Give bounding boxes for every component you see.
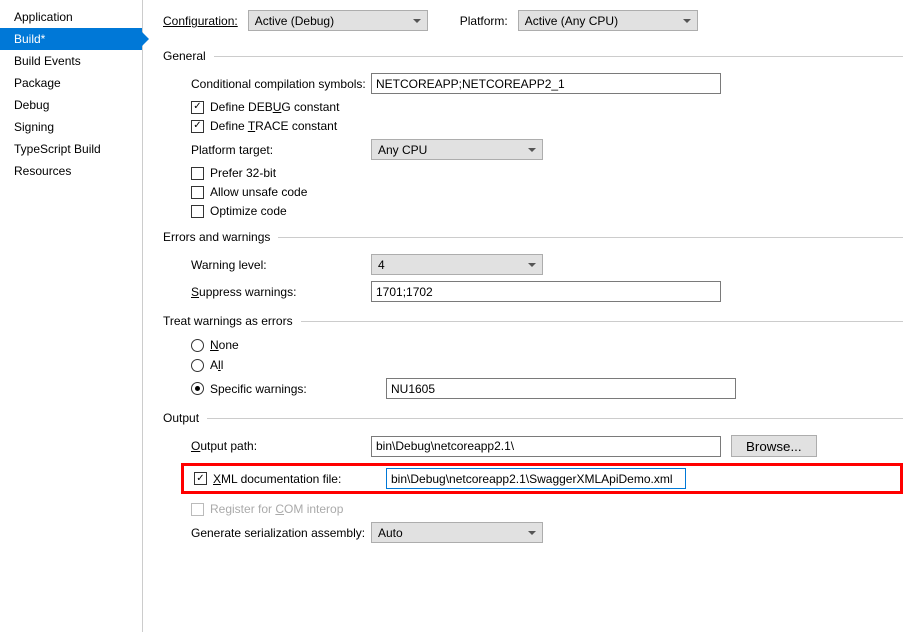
section-warnings: Errors and warnings: [163, 230, 903, 244]
sidebar-item-package[interactable]: Package: [0, 72, 142, 94]
section-title: Output: [163, 411, 199, 425]
define-trace-label: Define TRACE constant: [210, 119, 337, 133]
suppress-warnings-input[interactable]: [371, 281, 721, 302]
gen-serialization-row: Generate serialization assembly: Auto: [191, 522, 903, 543]
section-general: General: [163, 49, 903, 63]
checkbox-icon: [191, 186, 204, 199]
section-rule: [214, 56, 903, 57]
xml-doc-label: XML documentation file:: [213, 472, 341, 486]
radio-icon: [191, 339, 204, 352]
treat-none-row[interactable]: None: [191, 338, 903, 352]
main-panel: Configuration: Active (Debug) Platform: …: [143, 0, 923, 632]
checkbox-icon: ✓: [191, 120, 204, 133]
sidebar-item-debug[interactable]: Debug: [0, 94, 142, 116]
section-rule: [301, 321, 903, 322]
com-interop-label: Register for COM interop: [210, 502, 343, 516]
checkbox-icon: [191, 167, 204, 180]
warning-level-combo[interactable]: 4: [371, 254, 543, 275]
prefer-32bit-label: Prefer 32-bit: [210, 166, 276, 180]
platform-target-label: Platform target:: [191, 143, 371, 157]
treat-specific-row[interactable]: Specific warnings:: [191, 378, 903, 399]
optimize-code-label: Optimize code: [210, 204, 287, 218]
browse-button[interactable]: Browse...: [731, 435, 817, 457]
gen-serialization-label: Generate serialization assembly:: [191, 526, 371, 540]
ccs-input[interactable]: [371, 73, 721, 94]
output-path-row: Output path: Browse...: [191, 435, 903, 457]
xml-doc-highlight: ✓ XML documentation file:: [181, 463, 903, 494]
section-title: Treat warnings as errors: [163, 314, 293, 328]
com-interop-row: Register for COM interop: [191, 502, 903, 516]
radio-icon: [191, 382, 204, 395]
sidebar: Application Build* Build Events Package …: [0, 0, 143, 632]
section-title: General: [163, 49, 206, 63]
ccs-row: Conditional compilation symbols:: [191, 73, 903, 94]
sidebar-item-application[interactable]: Application: [0, 6, 142, 28]
platform-label: Platform:: [460, 14, 508, 28]
output-path-label: Output path:: [191, 439, 371, 453]
checkbox-icon: ✓: [191, 101, 204, 114]
xml-doc-input[interactable]: [386, 468, 686, 489]
configuration-label: Configuration:: [163, 14, 238, 28]
allow-unsafe-label: Allow unsafe code: [210, 185, 307, 199]
optimize-code-row[interactable]: Optimize code: [191, 204, 903, 218]
config-row: Configuration: Active (Debug) Platform: …: [163, 10, 903, 31]
platform-target-row: Platform target: Any CPU: [191, 139, 903, 160]
sidebar-item-build[interactable]: Build*: [0, 28, 142, 50]
xml-doc-row[interactable]: ✓ XML documentation file:: [194, 472, 380, 486]
section-rule: [278, 237, 903, 238]
prefer-32bit-row[interactable]: Prefer 32-bit: [191, 166, 903, 180]
radio-icon: [191, 359, 204, 372]
treat-all-row[interactable]: All: [191, 358, 903, 372]
treat-specific-label: Specific warnings:: [210, 382, 380, 396]
output-path-input[interactable]: [371, 436, 721, 457]
checkbox-icon: ✓: [194, 472, 207, 485]
sidebar-item-resources[interactable]: Resources: [0, 160, 142, 182]
platform-combo[interactable]: Active (Any CPU): [518, 10, 698, 31]
gen-serialization-combo[interactable]: Auto: [371, 522, 543, 543]
treat-none-label: None: [210, 338, 239, 352]
warning-level-row: Warning level: 4: [191, 254, 903, 275]
define-debug-label: Define DEBUG constant: [210, 100, 339, 114]
section-rule: [207, 418, 903, 419]
suppress-warnings-row: Suppress warnings:: [191, 281, 903, 302]
checkbox-icon: [191, 503, 204, 516]
section-title: Errors and warnings: [163, 230, 270, 244]
sidebar-item-build-events[interactable]: Build Events: [0, 50, 142, 72]
warning-level-label: Warning level:: [191, 258, 371, 272]
suppress-warnings-label: Suppress warnings:: [191, 285, 371, 299]
treat-specific-input[interactable]: [386, 378, 736, 399]
allow-unsafe-row[interactable]: Allow unsafe code: [191, 185, 903, 199]
treat-all-label: All: [210, 358, 223, 372]
checkbox-icon: [191, 205, 204, 218]
configuration-combo[interactable]: Active (Debug): [248, 10, 428, 31]
section-output: Output: [163, 411, 903, 425]
define-debug-row[interactable]: ✓ Define DEBUG constant: [191, 100, 903, 114]
ccs-label: Conditional compilation symbols:: [191, 77, 371, 91]
sidebar-item-typescript-build[interactable]: TypeScript Build: [0, 138, 142, 160]
sidebar-item-signing[interactable]: Signing: [0, 116, 142, 138]
section-treat: Treat warnings as errors: [163, 314, 903, 328]
platform-target-combo[interactable]: Any CPU: [371, 139, 543, 160]
define-trace-row[interactable]: ✓ Define TRACE constant: [191, 119, 903, 133]
